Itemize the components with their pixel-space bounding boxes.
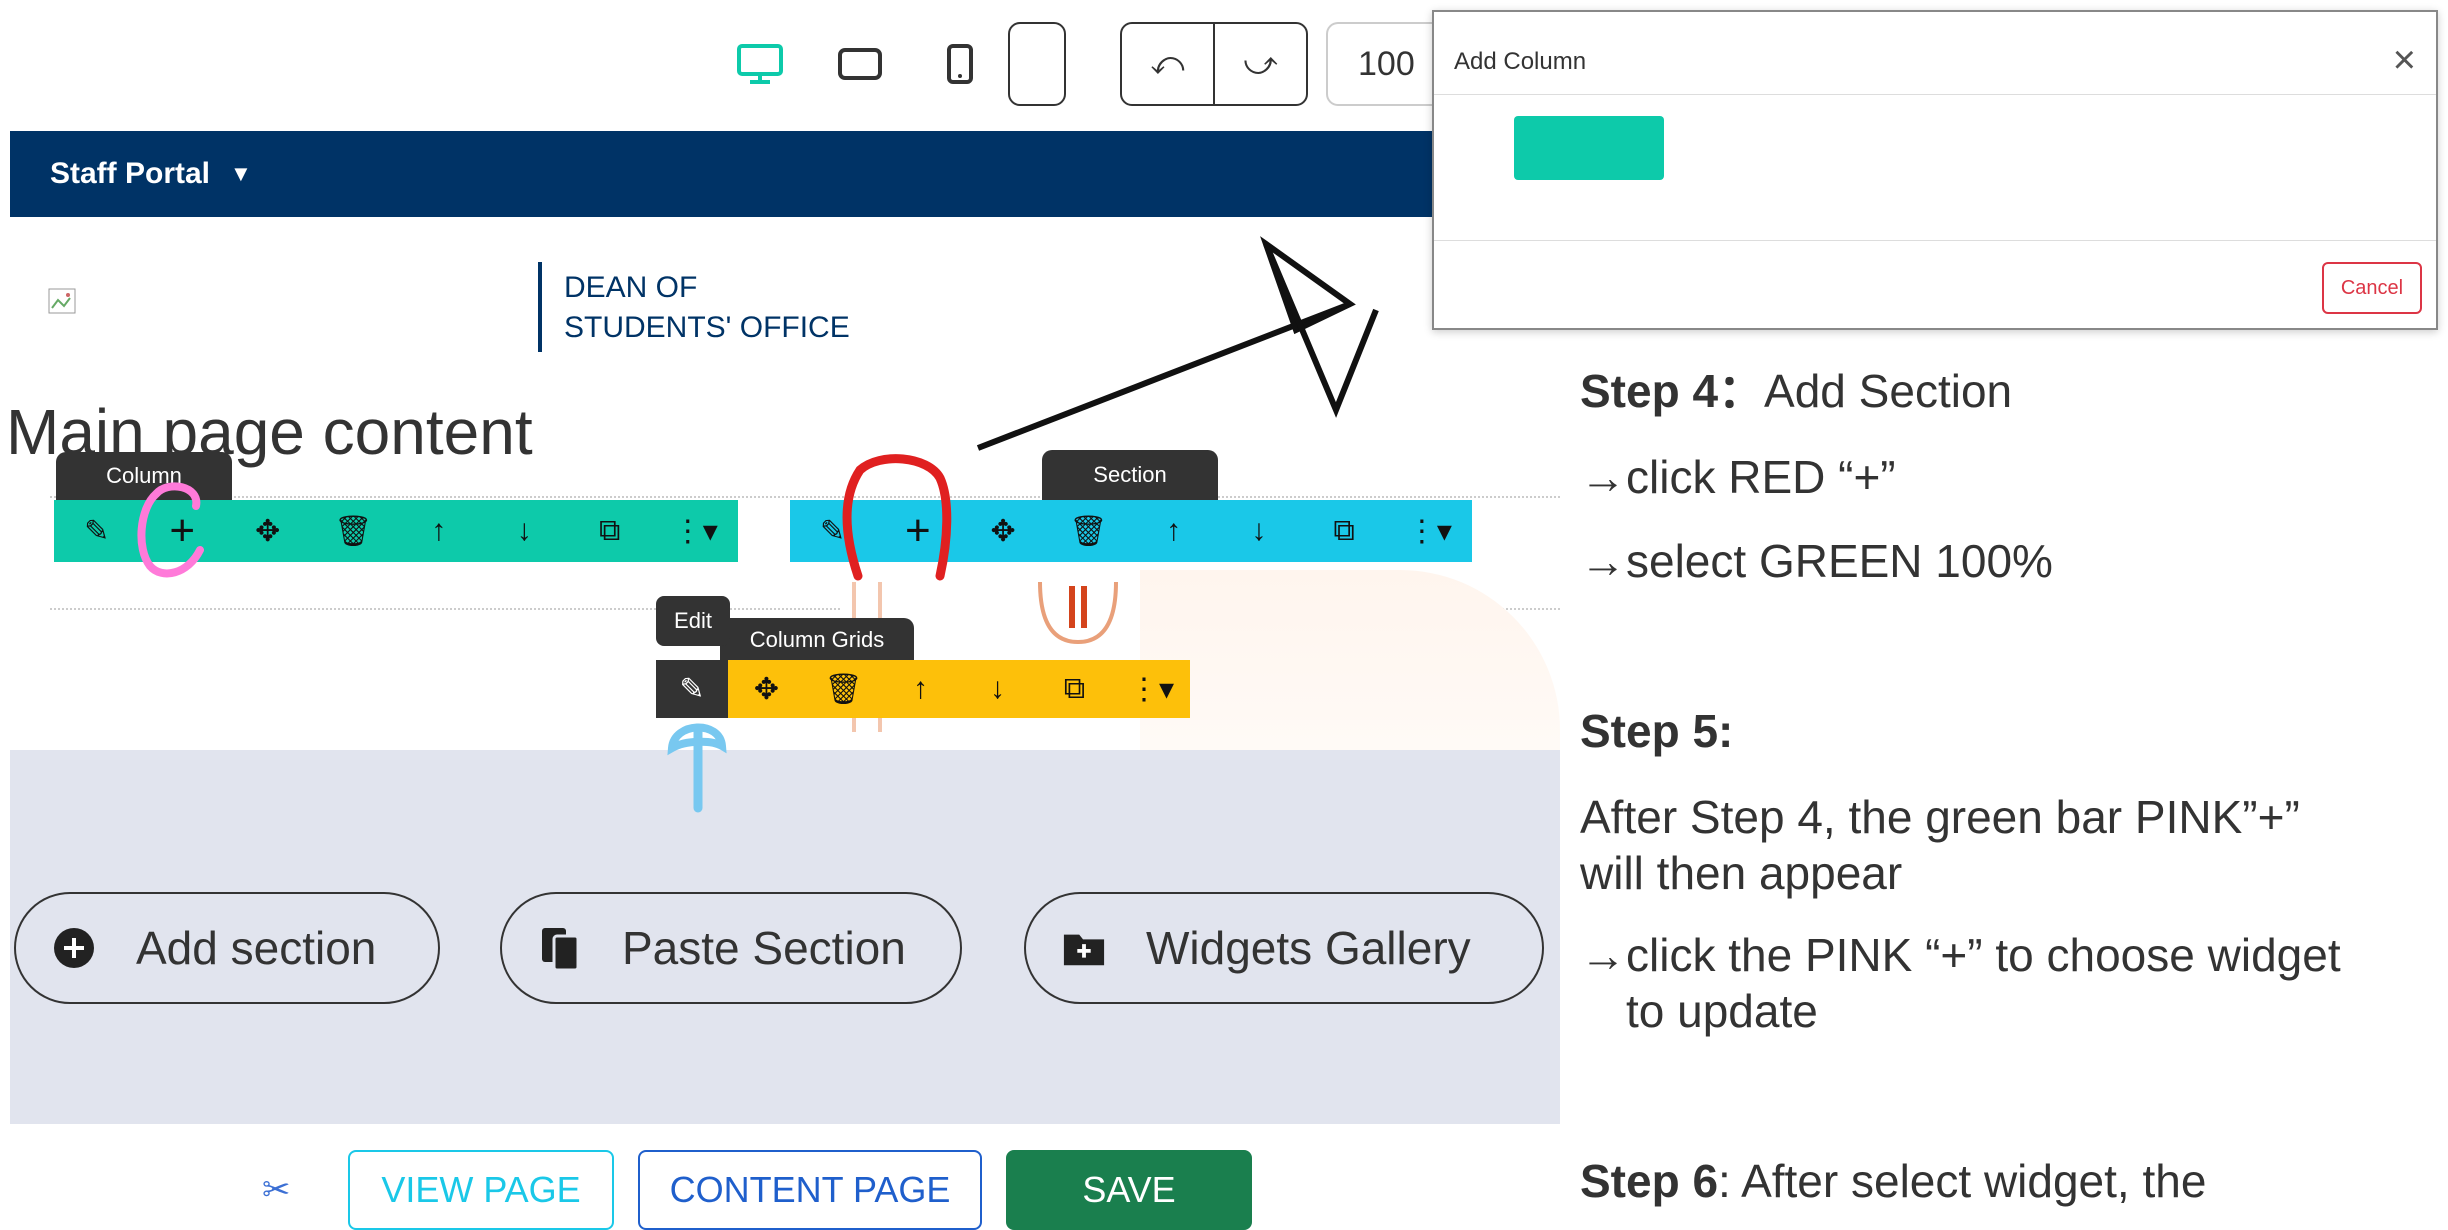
step5-heading: Step 5: [1580,705,1734,757]
step5-line-1: After Step 4, the green bar PINK”+” [1580,791,2300,843]
step4-text: Add Section [1764,365,2013,417]
step6-text: : After select widget, the [1718,1155,2207,1207]
step5-line-3: →click the PINK “+” to choose widget [1580,929,2341,981]
step5-line-4: to update [1626,985,1818,1037]
step4-label: Step 4 [1580,365,1719,417]
step4-line-a: →click RED “+” [1580,451,1896,503]
step4-heading: Step 4：Add Section [1580,362,2012,420]
step6-label: Step 6 [1580,1155,1719,1207]
step4-line-b: →select GREEN 100% [1580,535,2053,587]
step6-heading: Step 6: After select widget, the [1580,1152,2206,1210]
step5-line-2: will then appear [1580,847,1903,899]
step4-colon: ： [1718,365,1765,417]
annotation-overlay [137,236,1379,813]
